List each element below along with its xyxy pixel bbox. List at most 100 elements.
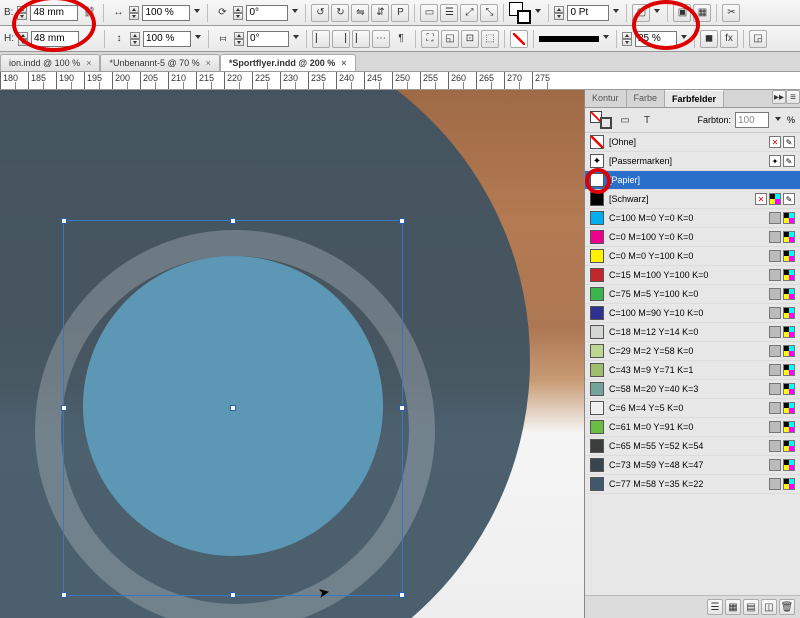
- fit-frame-icon[interactable]: ⤡: [480, 4, 498, 22]
- swatch-row[interactable]: C=75 M=5 Y=100 K=0: [585, 285, 800, 304]
- effects-dd[interactable]: [652, 9, 662, 16]
- canvas-stage[interactable]: ➤ Kontur Farbe Farbfelder ▸▸ ≡ ▭ T Farbt…: [0, 90, 800, 618]
- select-content-icon[interactable]: ☰: [440, 4, 458, 22]
- flip-v-icon[interactable]: ⇵: [371, 4, 389, 22]
- fit-fill-icon[interactable]: ◱: [441, 30, 459, 48]
- handle-s[interactable]: [230, 592, 236, 598]
- opacity-input[interactable]: 25 %: [635, 31, 677, 47]
- handle-c[interactable]: [230, 405, 236, 411]
- close-icon[interactable]: ×: [86, 58, 91, 68]
- rotate-spinner[interactable]: [233, 6, 243, 20]
- width-spinner[interactable]: [17, 6, 27, 20]
- close-icon[interactable]: ×: [341, 58, 346, 68]
- panel-collapse-icon[interactable]: ▸▸: [772, 90, 786, 104]
- fill-dd[interactable]: [533, 9, 543, 16]
- document-tab[interactable]: *Sportflyer.indd @ 200 %×: [220, 54, 356, 71]
- stroke-style-dd[interactable]: [601, 35, 611, 42]
- scale-x-input[interactable]: 100 %: [142, 5, 190, 21]
- swatch-row[interactable]: [Ohne]: [585, 133, 800, 152]
- fit-content-icon[interactable]: ⤢: [460, 4, 478, 22]
- swatch-row[interactable]: C=65 M=55 Y=52 K=54: [585, 437, 800, 456]
- swatch-row[interactable]: C=6 M=4 Y=5 K=0: [585, 399, 800, 418]
- height-spinner[interactable]: [18, 32, 28, 46]
- fit-prop-icon[interactable]: ⛶: [421, 30, 439, 48]
- para-icon[interactable]: ¶: [392, 30, 410, 48]
- panel-menu-icon[interactable]: ≡: [786, 90, 800, 104]
- opacity-dd[interactable]: [679, 35, 689, 42]
- auto-fit-icon[interactable]: ⬚: [481, 30, 499, 48]
- swatch-row[interactable]: C=58 M=20 Y=40 K=3: [585, 380, 800, 399]
- rotate-ccw-icon[interactable]: ↺: [311, 4, 329, 22]
- handle-ne[interactable]: [399, 218, 405, 224]
- align-center-icon[interactable]: ⎹: [332, 30, 350, 48]
- strokew-dd[interactable]: [611, 9, 621, 16]
- new-swatch2-icon[interactable]: ◫: [761, 599, 777, 615]
- stroke-style-preview[interactable]: [539, 36, 599, 42]
- handle-e[interactable]: [399, 405, 405, 411]
- tab-farbfelder[interactable]: Farbfelder: [665, 90, 724, 107]
- corner-options-icon[interactable]: ◲: [749, 30, 767, 48]
- scale-y-spinner[interactable]: [130, 32, 140, 46]
- rotate-dd[interactable]: [290, 9, 300, 16]
- stroke-weight-input[interactable]: 0 Pt: [567, 5, 609, 21]
- crop-icon[interactable]: ✂: [722, 4, 740, 22]
- text-wrap-bound-icon[interactable]: ▦: [693, 4, 711, 22]
- swatch-list[interactable]: [Ohne][Passermarken]✦[Papier][Schwarz]C=…: [585, 133, 800, 595]
- shear-dd[interactable]: [291, 35, 301, 42]
- panel-fill-stroke-proxy[interactable]: [590, 111, 612, 129]
- strokew-spinner[interactable]: [554, 6, 564, 20]
- handle-se[interactable]: [399, 592, 405, 598]
- swatch-row[interactable]: C=0 M=100 Y=0 K=0: [585, 228, 800, 247]
- flip-h-icon[interactable]: ⇋: [351, 4, 369, 22]
- swatch-row[interactable]: C=43 M=9 Y=71 K=1: [585, 361, 800, 380]
- align-right-icon[interactable]: ⎸: [352, 30, 370, 48]
- effects-target-icon[interactable]: ▢: [632, 4, 650, 22]
- handle-w[interactable]: [61, 405, 67, 411]
- align-left-icon[interactable]: ⎸: [312, 30, 330, 48]
- text-format-icon[interactable]: T: [638, 111, 656, 129]
- swatch-row[interactable]: [Papier]: [585, 171, 800, 190]
- show-grid-icon[interactable]: ▦: [725, 599, 741, 615]
- swatch-row[interactable]: [Schwarz]: [585, 190, 800, 209]
- swatch-row[interactable]: C=18 M=12 Y=14 K=0: [585, 323, 800, 342]
- opacity-spinner[interactable]: [622, 32, 632, 46]
- fill-stroke-proxy[interactable]: [509, 2, 531, 24]
- tab-kontur[interactable]: Kontur: [585, 90, 627, 107]
- tint-dd[interactable]: [773, 117, 783, 124]
- shear-spinner[interactable]: [234, 32, 244, 46]
- scale-y-dd[interactable]: [193, 35, 203, 42]
- handle-sw[interactable]: [61, 592, 67, 598]
- p-icon[interactable]: P: [391, 4, 409, 22]
- width-input[interactable]: 48 mm: [30, 5, 78, 21]
- new-swatch-icon[interactable]: ▤: [743, 599, 759, 615]
- container-format-icon[interactable]: ▭: [616, 111, 634, 129]
- document-tab[interactable]: *Unbenannt-5 @ 70 %×: [100, 54, 219, 71]
- selection-frame[interactable]: [63, 220, 403, 596]
- text-wrap-none-icon[interactable]: ▣: [673, 4, 691, 22]
- swatch-row[interactable]: C=15 M=100 Y=100 K=0: [585, 266, 800, 285]
- link-wh-icon[interactable]: ⛓: [80, 4, 98, 22]
- height-input[interactable]: 48 mm: [31, 31, 79, 47]
- select-container-icon[interactable]: ▭: [420, 4, 438, 22]
- rotate-input[interactable]: 0°: [246, 5, 288, 21]
- scale-x-spinner[interactable]: [129, 6, 139, 20]
- tab-farbe[interactable]: Farbe: [627, 90, 666, 107]
- fx-icon[interactable]: fx: [720, 30, 738, 48]
- apply-none-icon[interactable]: [510, 30, 528, 48]
- swatch-row[interactable]: C=0 M=0 Y=100 K=0: [585, 247, 800, 266]
- scale-y-input[interactable]: 100 %: [143, 31, 191, 47]
- document-tab[interactable]: ion.indd @ 100 %×: [0, 54, 100, 71]
- distribute-icon[interactable]: ⋯: [372, 30, 390, 48]
- close-icon[interactable]: ×: [206, 58, 211, 68]
- swatch-row[interactable]: C=61 M=0 Y=91 K=0: [585, 418, 800, 437]
- show-list-icon[interactable]: ☰: [707, 599, 723, 615]
- swatch-row[interactable]: C=100 M=90 Y=10 K=0: [585, 304, 800, 323]
- swatch-row[interactable]: C=29 M=2 Y=58 K=0: [585, 342, 800, 361]
- rotate-cw-icon[interactable]: ↻: [331, 4, 349, 22]
- tint-input[interactable]: 100: [735, 112, 769, 128]
- handle-nw[interactable]: [61, 218, 67, 224]
- delete-swatch-icon[interactable]: 🗑: [779, 599, 795, 615]
- handle-n[interactable]: [230, 218, 236, 224]
- drop-shadow-icon[interactable]: ◼: [700, 30, 718, 48]
- swatch-row[interactable]: C=100 M=0 Y=0 K=0: [585, 209, 800, 228]
